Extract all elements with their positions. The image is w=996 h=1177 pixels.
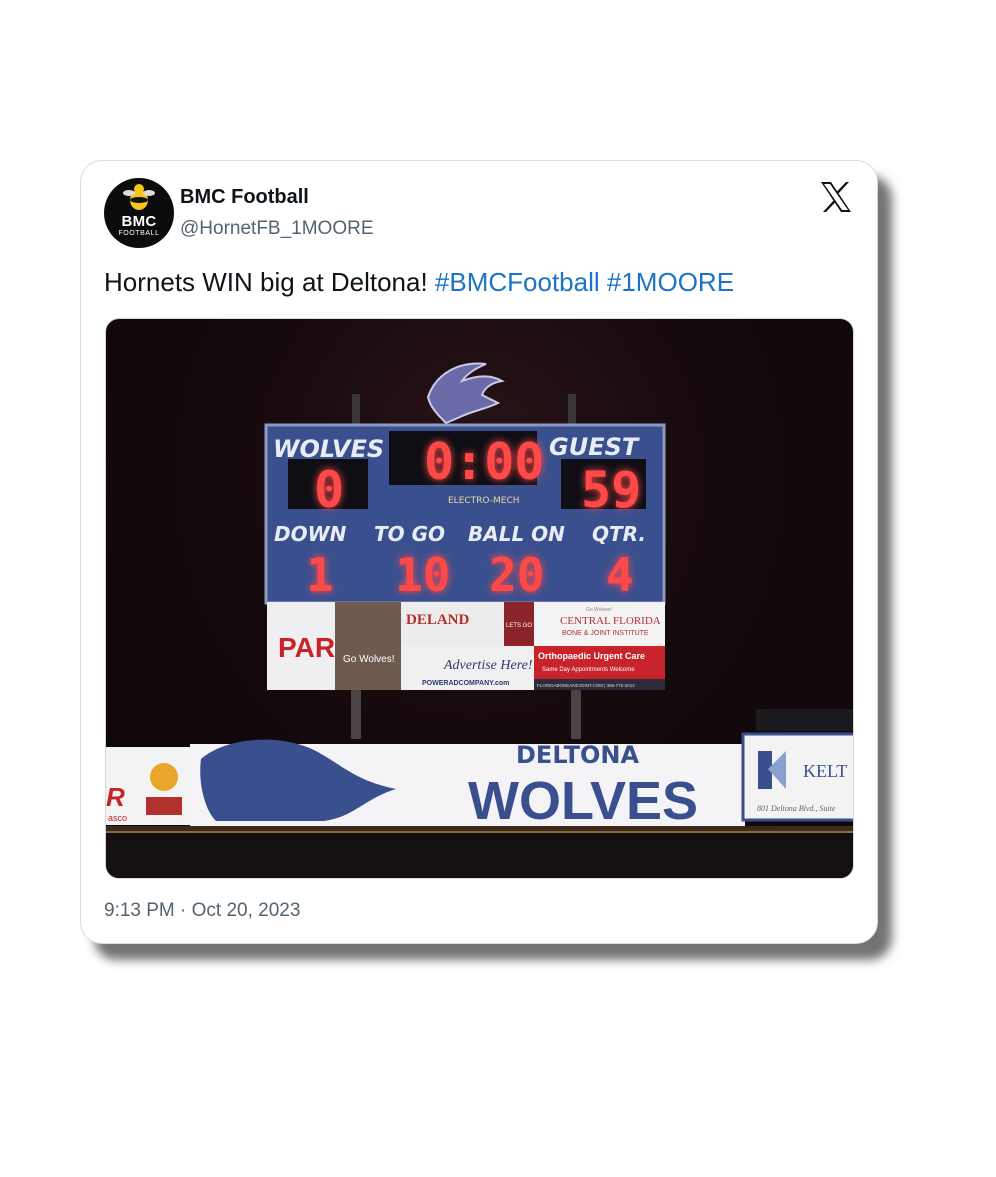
sponsor-cfl-1: CENTRAL FLORIDA (560, 615, 661, 627)
togo-value: 10 (395, 548, 450, 602)
tweet-timestamp[interactable]: 9:13 PM · Oct 20, 2023 (104, 900, 300, 922)
ballon-value: 20 (489, 548, 544, 602)
tweet-photo[interactable]: WOLVES GUEST 0:00 0 59 ELECTRO-MECH DOWN… (105, 318, 854, 879)
sponsor-ortho-sub: Same Day Appointments Welcome (542, 667, 635, 673)
banner-deltona: DELTONA (516, 741, 639, 769)
sponsor-go-wolves: Go Wolves! (343, 654, 395, 665)
sponsor-advertise: Advertise Here! (443, 658, 533, 673)
qtr-label: QTR. (592, 522, 646, 546)
bee-mascot-icon (123, 184, 155, 210)
scoreboard-photo: WOLVES GUEST 0:00 0 59 ELECTRO-MECH DOWN… (106, 362, 853, 878)
guest-score: 59 (581, 461, 641, 519)
qtr-value: 4 (606, 548, 634, 602)
sponsor-ortho: Orthopaedic Urgent Care (538, 651, 645, 661)
banner-wolves: WOLVES (468, 771, 698, 831)
sponsor-cfl-2: BONE & JOINT INSTITUTE (562, 630, 649, 637)
tweet-text: Hornets WIN big at Deltona! #BMCFootball… (104, 267, 734, 298)
home-score: 0 (314, 461, 344, 519)
sponsor-cfl-footer: FLORIDABONEANDJOINT.COM | 386-775-2012 (537, 683, 635, 688)
tweet-body: Hornets WIN big at Deltona! (104, 267, 435, 297)
game-clock: 0:00 (424, 433, 544, 491)
author-handle[interactable]: @HornetFB_1MOORE (180, 218, 374, 240)
sponsor-advertise-sub: POWERADCOMPANY.com (422, 680, 509, 687)
ballon-label: BALL ON (468, 522, 565, 546)
avatar[interactable]: BMC FOOTBALL (104, 178, 174, 248)
avatar-subtext: FOOTBALL (118, 230, 160, 237)
board-brand: ELECTRO-MECH (448, 496, 520, 506)
wolf-head-icon (426, 362, 505, 425)
down-label: DOWN (274, 522, 347, 546)
guest-label: GUEST (549, 433, 640, 461)
hashtag-bmcfootball[interactable]: #BMCFootball (435, 267, 600, 297)
banner-left-sub: asco (108, 813, 127, 823)
banner-left-letters: R (106, 782, 125, 812)
x-logo-icon[interactable] (819, 180, 853, 214)
sponsor-par: PAR (278, 632, 335, 663)
author-name[interactable]: BMC Football (180, 186, 309, 209)
home-label: WOLVES (273, 435, 384, 463)
sponsor-cfl-small: Go Wolves! (586, 607, 612, 613)
tweet-card: BMC FOOTBALL BMC Football @HornetFB_1MOO… (80, 160, 878, 944)
togo-label: TO GO (374, 522, 445, 546)
avatar-text: BMC (121, 213, 157, 230)
banner-kelton-sub: 801 Deltona Blvd., Suite (757, 804, 836, 813)
hashtag-1moore[interactable]: #1MOORE (607, 267, 734, 297)
down-value: 1 (306, 548, 334, 602)
sponsor-deland: DELAND (406, 612, 470, 628)
banner-kelton: KELT (803, 761, 847, 781)
